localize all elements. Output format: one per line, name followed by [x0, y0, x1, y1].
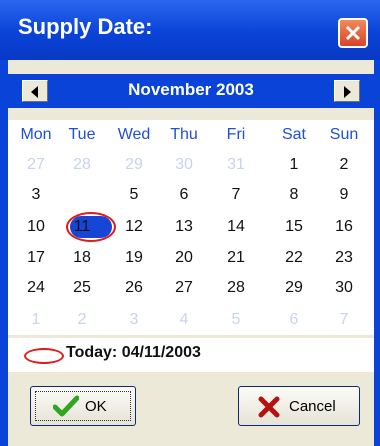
day-cell[interactable]: 20 [156, 247, 212, 269]
day-cell[interactable]: 7 [316, 309, 372, 331]
month-year-label: November 2003 [128, 80, 254, 99]
weekday-header: Thu [170, 126, 198, 143]
day-cell[interactable]: 21 [208, 247, 264, 269]
close-icon [345, 25, 361, 41]
day-cell[interactable]: 18 [54, 247, 110, 269]
calendar-grid: Mon Tue Wed Thu Fri Sat Sun 27 28 29 30 31 1 2 3 4 5 6 7 8 9… [8, 120, 374, 335]
cancel-label: Cancel [289, 398, 336, 415]
day-cell[interactable]: 2 [316, 154, 372, 176]
day-cell[interactable]: 23 [316, 247, 372, 269]
day-cell[interactable]: 8 [266, 184, 322, 206]
red-x-icon [258, 396, 280, 418]
day-cell[interactable]: 16 [316, 216, 372, 238]
day-cell[interactable]: 26 [106, 277, 162, 299]
date-picker-dialog: Supply Date: November 2003 Mon Tue Wed T… [0, 0, 380, 446]
ok-button[interactable]: OK [30, 386, 136, 426]
day-cell[interactable]: 29 [266, 277, 322, 299]
weekday-header: Fri [226, 126, 246, 143]
day-cell[interactable]: 3 [106, 309, 162, 331]
close-button[interactable] [338, 18, 368, 48]
day-cell[interactable]: 9 [316, 184, 372, 206]
day-cell[interactable]: 22 [266, 247, 322, 269]
day-cell[interactable]: 15 [266, 216, 322, 238]
day-cell[interactable]: 6 [266, 309, 322, 331]
day-cell[interactable]: 1 [266, 154, 322, 176]
day-cell[interactable]: 12 [106, 216, 162, 238]
day-cell[interactable]: 28 [208, 277, 264, 299]
day-cell[interactable]: 30 [316, 277, 372, 299]
focus-rectangle [35, 391, 131, 421]
cancel-button[interactable]: Cancel [238, 386, 360, 426]
weekday-header: Wed [117, 126, 151, 143]
day-cell-selected[interactable]: 4 [54, 184, 110, 206]
green-check-icon [53, 395, 79, 417]
today-label: Today: 04/11/2003 [66, 344, 201, 361]
weekday-header: Sun [329, 126, 359, 143]
day-cell[interactable]: 13 [156, 216, 212, 238]
day-cell[interactable]: 27 [156, 277, 212, 299]
month-header: November 2003 [8, 74, 374, 108]
ok-label: OK [85, 398, 107, 415]
day-cell[interactable]: 28 [54, 154, 110, 176]
day-cell[interactable]: 30 [156, 154, 212, 176]
day-cell[interactable]: 25 [54, 277, 110, 299]
day-cell[interactable]: 5 [106, 184, 162, 206]
day-cell[interactable]: 31 [208, 154, 264, 176]
day-cell[interactable]: 6 [156, 184, 212, 206]
dialog-body: November 2003 Mon Tue Wed Thu Fri Sat Sun 27 28 2… [8, 60, 374, 446]
day-cell[interactable]: 5 [208, 309, 264, 331]
today-annotation-circle [24, 348, 64, 364]
day-cell[interactable]: 29 [106, 154, 162, 176]
day-cell[interactable]: 14 [208, 216, 264, 238]
dialog-title: Supply Date: [18, 14, 153, 39]
next-month-button[interactable] [334, 80, 360, 102]
weekday-header: Sat [281, 126, 306, 143]
day-cell[interactable]: 2 [54, 309, 110, 331]
today-row[interactable]: Today: 04/11/2003 [8, 338, 374, 372]
day-cell[interactable]: 4 [156, 309, 212, 331]
day-cell[interactable]: 7 [208, 184, 264, 206]
day-cell[interactable]: 19 [106, 247, 162, 269]
day-cell[interactable]: 11 [54, 216, 110, 238]
weekday-header: Tue [68, 126, 96, 143]
title-bar[interactable]: Supply Date: [0, 0, 380, 60]
triangle-right-icon [344, 86, 351, 98]
